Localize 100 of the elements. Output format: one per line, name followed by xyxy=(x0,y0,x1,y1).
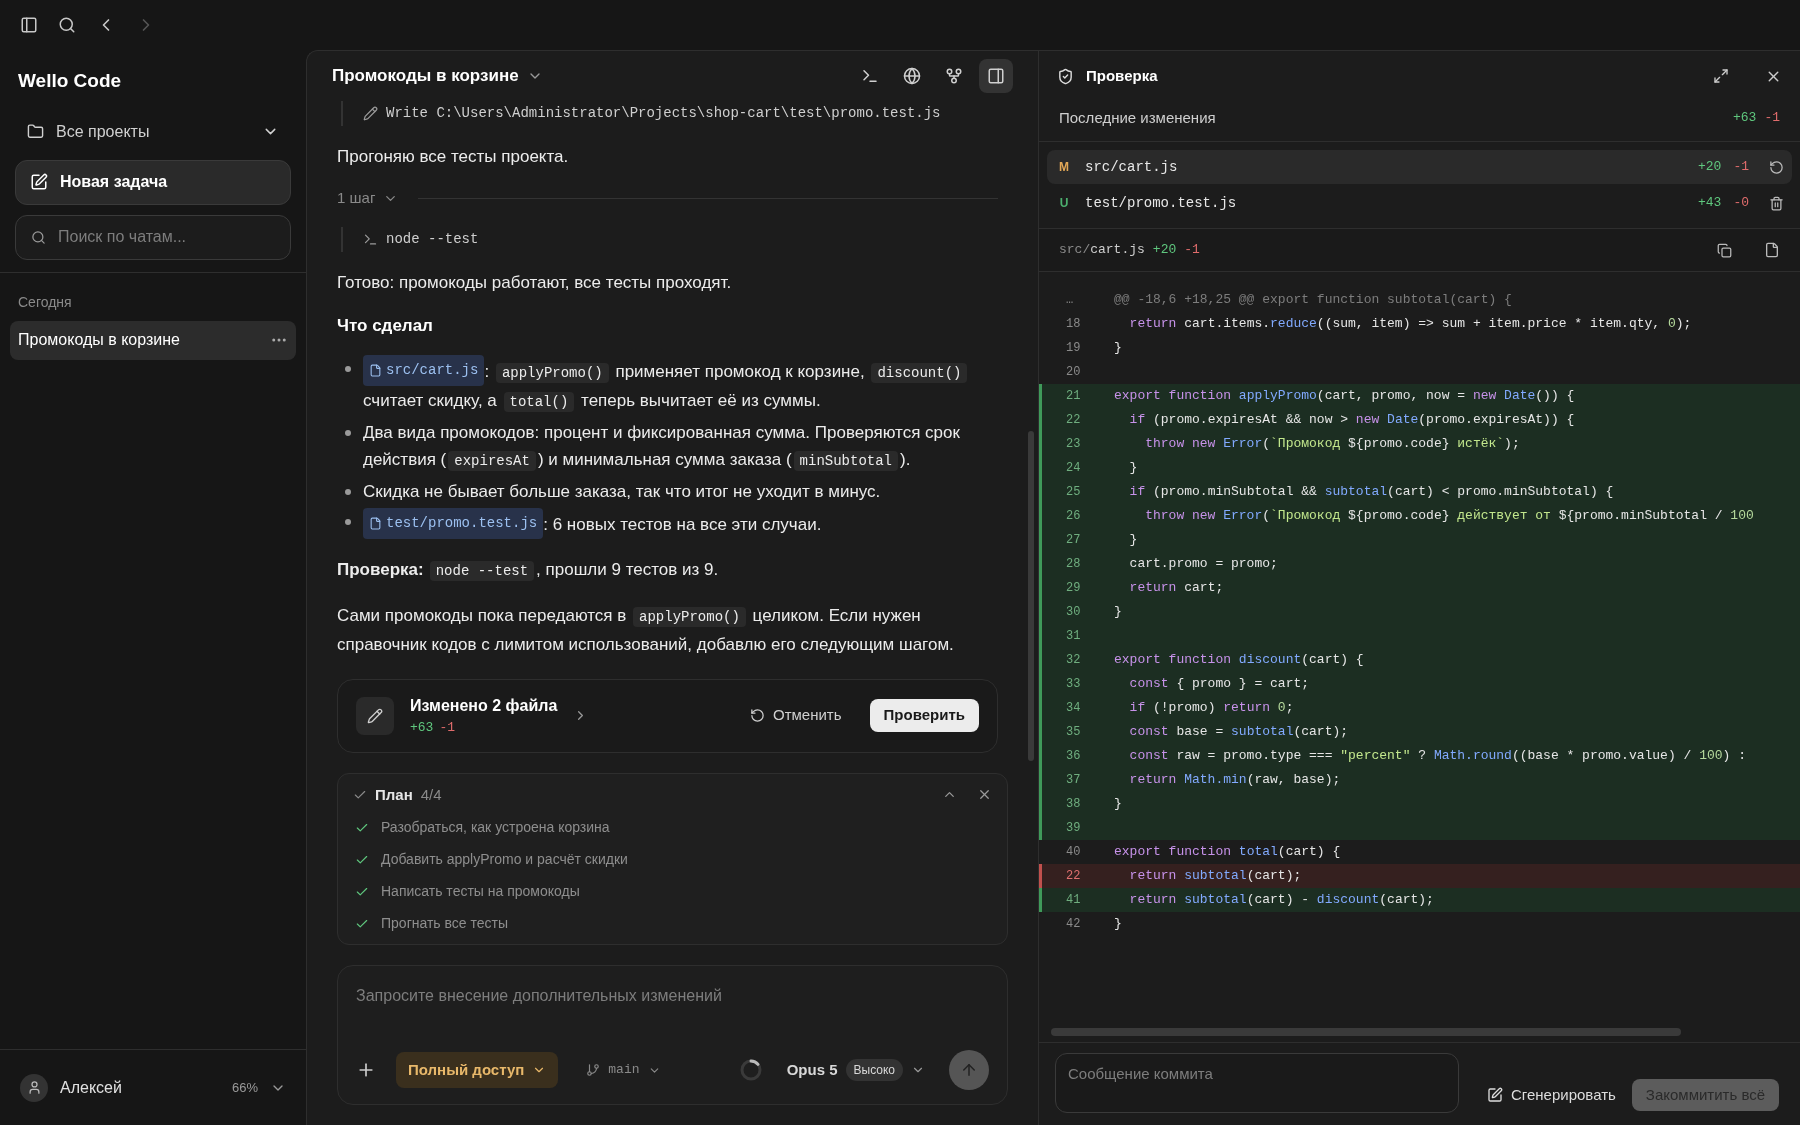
code-line: export function total(cart) { xyxy=(1113,843,1341,862)
message-heading: Что сделал xyxy=(337,314,434,337)
code-line: const raw = promo.type === "percent" ? Math.round((base * promo.value) / 100) : xyxy=(1128,747,1746,766)
removed-count: -1 xyxy=(1764,109,1780,128)
removed-count: -0 xyxy=(1733,194,1749,213)
undo-icon xyxy=(750,708,765,723)
plan-item: Прогнать все тесты xyxy=(381,914,509,933)
plan-title: План xyxy=(375,784,413,805)
code-line: cart.promo = promo; xyxy=(1128,555,1278,574)
line-number: 37 xyxy=(1065,772,1082,789)
tool-call-text: node --test xyxy=(386,229,479,249)
line-number: 38 xyxy=(1065,796,1082,813)
group-label: Сегодня xyxy=(17,292,73,312)
changed-file-row[interactable]: M src/cart.js +20 -1 xyxy=(1047,150,1792,184)
model-selector[interactable]: Opus 5 Высоко xyxy=(786,1058,925,1082)
line-number: 29 xyxy=(1065,580,1082,597)
expand-icon[interactable] xyxy=(1713,68,1729,84)
code-line: return Math.min(raw, base); xyxy=(1128,771,1341,790)
line-number: 33 xyxy=(1065,676,1082,693)
bullet-text: Скидка не бывает больше заказа, так что итог не уходит в минус. xyxy=(363,481,881,503)
added-count: +20 xyxy=(1698,158,1722,177)
code-line: } xyxy=(1128,531,1138,550)
bullet-icon xyxy=(345,430,351,436)
code-line: return subtotal(cart) - discount(cart); xyxy=(1128,891,1434,910)
branch-dropdown[interactable]: main xyxy=(586,1060,661,1080)
new-task-button[interactable]: Новая задача xyxy=(15,159,291,205)
code-line: @@ -18,6 +18,25 @@ export function subtotal(cart) { xyxy=(1113,291,1512,310)
line-number: 18 xyxy=(1065,316,1082,333)
line-number: 23 xyxy=(1065,436,1082,453)
search-icon xyxy=(31,229,46,245)
usage-percent: 66% xyxy=(231,1078,258,1097)
globe-icon xyxy=(903,67,921,85)
line-number: 32 xyxy=(1065,652,1082,669)
edit-icon xyxy=(30,173,48,191)
removed-count: -1 xyxy=(439,718,455,737)
code-line: } xyxy=(1113,915,1122,934)
file-status: U xyxy=(1058,195,1070,212)
message-paragraph: Готово: промокоды работают, все тесты проходят. xyxy=(337,271,733,294)
message-paragraph: Сами промокоды пока передаются в applyPromo() целиком. Если нужен справочник кодов с лимитом использований, добавлю его следующим шагом. xyxy=(337,605,955,656)
trash-icon[interactable] xyxy=(1769,195,1784,211)
code-line: export function applyPromo(cart, promo, now = new Date()) { xyxy=(1113,387,1575,406)
line-number: 25 xyxy=(1065,484,1082,501)
code-line: throw new Error(`Промокод ${promo.code} действует от ${promo.minSubtotal / 100 xyxy=(1144,507,1754,526)
line-number: 35 xyxy=(1065,724,1082,741)
removed-count: -1 xyxy=(1184,241,1200,260)
branch-icon xyxy=(586,1063,601,1077)
code-line: return subtotal(cart); xyxy=(1128,867,1302,886)
generate-button[interactable]: Сгенерировать xyxy=(1487,1083,1616,1107)
commit-message-field[interactable]: Сообщение коммита xyxy=(1055,1053,1459,1113)
pencil-icon xyxy=(363,106,378,121)
search-icon[interactable] xyxy=(58,16,76,34)
line-number: 20 xyxy=(1065,364,1082,381)
review-button[interactable]: Проверить xyxy=(869,699,979,732)
revert-icon[interactable] xyxy=(1769,159,1784,175)
line-number: 42 xyxy=(1065,916,1082,933)
chat-search-field[interactable]: Поиск по чатам... xyxy=(15,214,291,260)
line-number: 30 xyxy=(1065,604,1082,621)
line-number: 19 xyxy=(1065,340,1082,357)
file-icon xyxy=(369,517,382,530)
bullet-icon xyxy=(345,489,351,495)
line-number: 26 xyxy=(1065,508,1082,525)
file-path: test/promo.test.js xyxy=(1085,193,1238,213)
undo-button[interactable]: Отменить xyxy=(738,699,854,732)
panel-title: Проверка xyxy=(1086,65,1159,86)
bullet-text: Два вида промокодов: процент и фиксированная сумма. Проверяются срок действия ( expiresAt ) и минимальная сумма заказа ( minSubtotal ). xyxy=(363,422,961,473)
file-link[interactable]: src/cart.js xyxy=(363,355,485,386)
line-number: 36 xyxy=(1065,748,1082,765)
sidebar-toggle-icon[interactable] xyxy=(20,16,38,34)
horizontal-scrollbar[interactable] xyxy=(1051,1028,1681,1036)
chat-title-dropdown[interactable]: Промокоды в корзине xyxy=(332,63,543,89)
plan-count: 4/4 xyxy=(420,784,442,805)
access-dropdown[interactable]: Полный доступ xyxy=(396,1052,559,1088)
file-icon[interactable] xyxy=(1764,242,1780,258)
code-line: throw new Error(`Промокод ${promo.code} истёк`); xyxy=(1144,435,1520,454)
code-line: } xyxy=(1113,339,1122,358)
shield-icon xyxy=(1057,67,1074,85)
panel-toolbar-button[interactable] xyxy=(979,59,1013,93)
project-selector[interactable]: Все проекты xyxy=(15,113,291,150)
code-line: } xyxy=(1113,603,1122,622)
message-input[interactable]: Запросите внесение дополнительных изменений xyxy=(356,984,989,1008)
steps-toggle[interactable]: 1 шаг xyxy=(337,187,399,210)
file-path: src/cart.js xyxy=(1085,157,1179,177)
line-number: 24 xyxy=(1065,460,1082,477)
scrollbar-thumb[interactable] xyxy=(1028,431,1034,761)
changed-file-row[interactable]: U test/promo.test.js +43 -0 xyxy=(1047,186,1792,220)
code-line: export function discount(cart) { xyxy=(1113,651,1364,670)
line-number: 39 xyxy=(1065,820,1082,837)
line-number: 41 xyxy=(1065,892,1082,909)
bullet-text: src/cart.js : applyPromo() применяет промокод к корзине, discount() считает скидку, а total() теперь вычитает её из суммы. xyxy=(363,355,998,416)
code-line: return cart.items.reduce((sum, item) => sum + item.price * item.qty, 0); xyxy=(1128,315,1692,334)
code-line: if (promo.minSubtotal && subtotal(cart) < promo.minSubtotal) { xyxy=(1128,483,1614,502)
bullet-text: test/promo.test.js : 6 новых тестов на все эти случаи. xyxy=(363,508,822,539)
user-icon xyxy=(26,1080,42,1095)
chat-item[interactable]: Промокоды в корзине xyxy=(10,320,296,360)
changes-title: Изменено 2 файла xyxy=(410,695,558,716)
added-count: +20 xyxy=(1152,241,1177,260)
file-link[interactable]: test/promo.test.js xyxy=(363,508,544,539)
bullet-icon xyxy=(345,519,351,525)
avatar[interactable] xyxy=(20,1073,48,1102)
copy-icon[interactable] xyxy=(1717,242,1732,258)
